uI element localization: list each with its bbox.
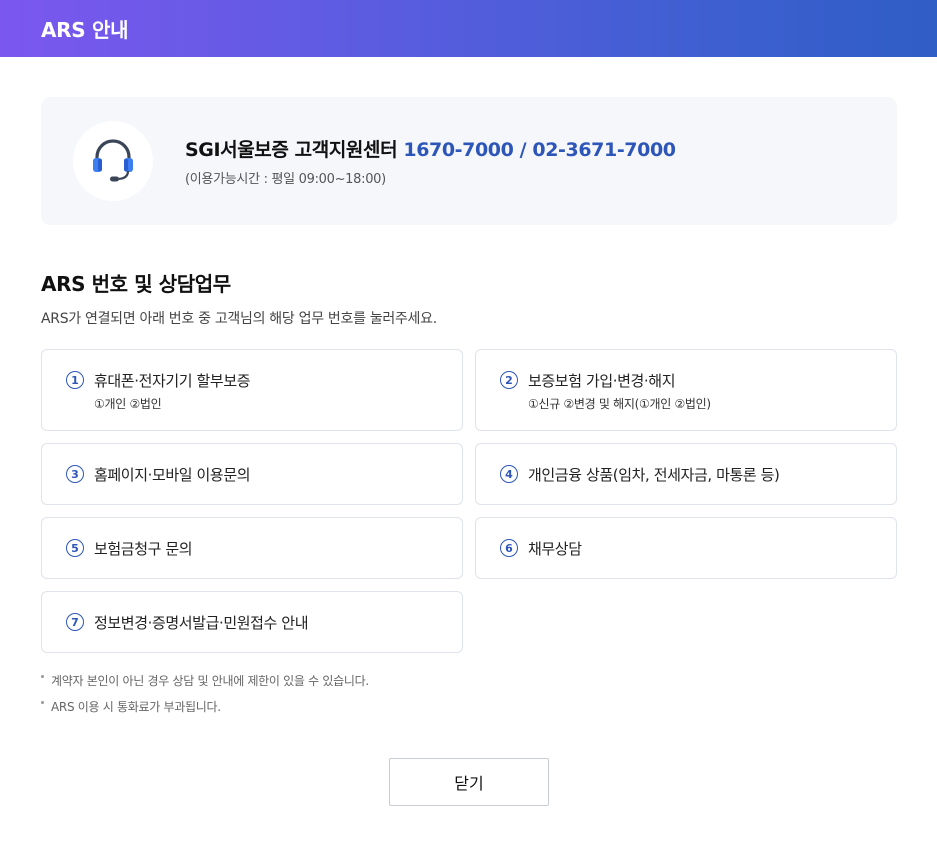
- headset-icon: [93, 139, 133, 182]
- service-card-2: 2 보증보험 가입·변경·해지 ①신규 ②변경 및 해지(①개인 ②법인): [475, 349, 897, 431]
- note-text-1: 계약자 본인이 아닌 경우 상담 및 안내에 제한이 있을 수 있습니다.: [51, 674, 369, 688]
- service-label-5: 보험금청구 문의: [94, 540, 193, 558]
- service-sub-2: ①신규 ②변경 및 해지(①개인 ②법인): [528, 397, 711, 411]
- service-card-3: 3 홈페이지·모바일 이용문의: [41, 443, 463, 505]
- service-label-2: 보증보험 가입·변경·해지: [528, 372, 676, 390]
- service-card-5: 5 보험금청구 문의: [41, 517, 463, 579]
- service-card-1: 1 휴대폰·전자기기 할부보증 ①개인 ②법인: [41, 349, 463, 431]
- number-badge-1: 1: [66, 371, 84, 389]
- number-badge-3: 3: [66, 465, 84, 483]
- note-text-2: ARS 이용 시 통화료가 부과됩니다.: [51, 700, 221, 714]
- number-badge-5: 5: [66, 539, 84, 557]
- contact-phone-numbers: 1670-7000 / 02-3671-7000: [403, 139, 676, 161]
- contact-info-box: SGI서울보증 고객지원센터 1670-7000 / 02-3671-7000 …: [41, 97, 897, 225]
- service-card-6: 6 채무상담: [475, 517, 897, 579]
- note-item-2: ARS 이용 시 통화료가 부과됩니다.: [41, 698, 221, 715]
- contact-hours: (이용가능시간 : 평일 09:00~18:00): [185, 172, 386, 187]
- service-label-6: 채무상담: [528, 540, 582, 558]
- number-badge-4: 4: [500, 465, 518, 483]
- service-label-1: 휴대폰·전자기기 할부보증: [94, 372, 251, 390]
- contact-center-line: SGI서울보증 고객지원센터 1670-7000 / 02-3671-7000: [185, 135, 676, 162]
- modal-title: ARS 안내: [41, 18, 129, 42]
- contact-center-name: SGI서울보증 고객지원센터: [185, 139, 404, 161]
- bullet-dot: [41, 675, 44, 678]
- bullet-dot: [41, 701, 44, 704]
- number-badge-7: 7: [66, 613, 84, 631]
- service-sub-1: ①개인 ②법인: [94, 397, 162, 411]
- number-badge-6: 6: [500, 539, 518, 557]
- ars-modal: ARS 안내 SGI서울보증 고객지원센터 1670-7000 / 02-367…: [0, 0, 937, 846]
- modal-header: ARS 안내: [0, 0, 937, 57]
- headset-icon-wrap: [73, 121, 153, 201]
- number-badge-2: 2: [500, 371, 518, 389]
- note-item-1: 계약자 본인이 아닌 경우 상담 및 안내에 제한이 있을 수 있습니다.: [41, 672, 369, 689]
- close-button[interactable]: 닫기: [389, 758, 549, 806]
- service-card-7: 7 정보변경·증명서발급·민원접수 안내: [41, 591, 463, 653]
- service-label-3: 홈페이지·모바일 이용문의: [94, 466, 251, 484]
- service-label-7: 정보변경·증명서발급·민원접수 안내: [94, 614, 309, 632]
- service-label-4: 개인금융 상품(임차, 전세자금, 마통론 등): [528, 466, 780, 484]
- section-title: ARS 번호 및 상담업무: [41, 272, 231, 296]
- service-card-4: 4 개인금융 상품(임차, 전세자금, 마통론 등): [475, 443, 897, 505]
- section-description: ARS가 연결되면 아래 번호 중 고객님의 해당 업무 번호를 눌러주세요.: [41, 311, 437, 327]
